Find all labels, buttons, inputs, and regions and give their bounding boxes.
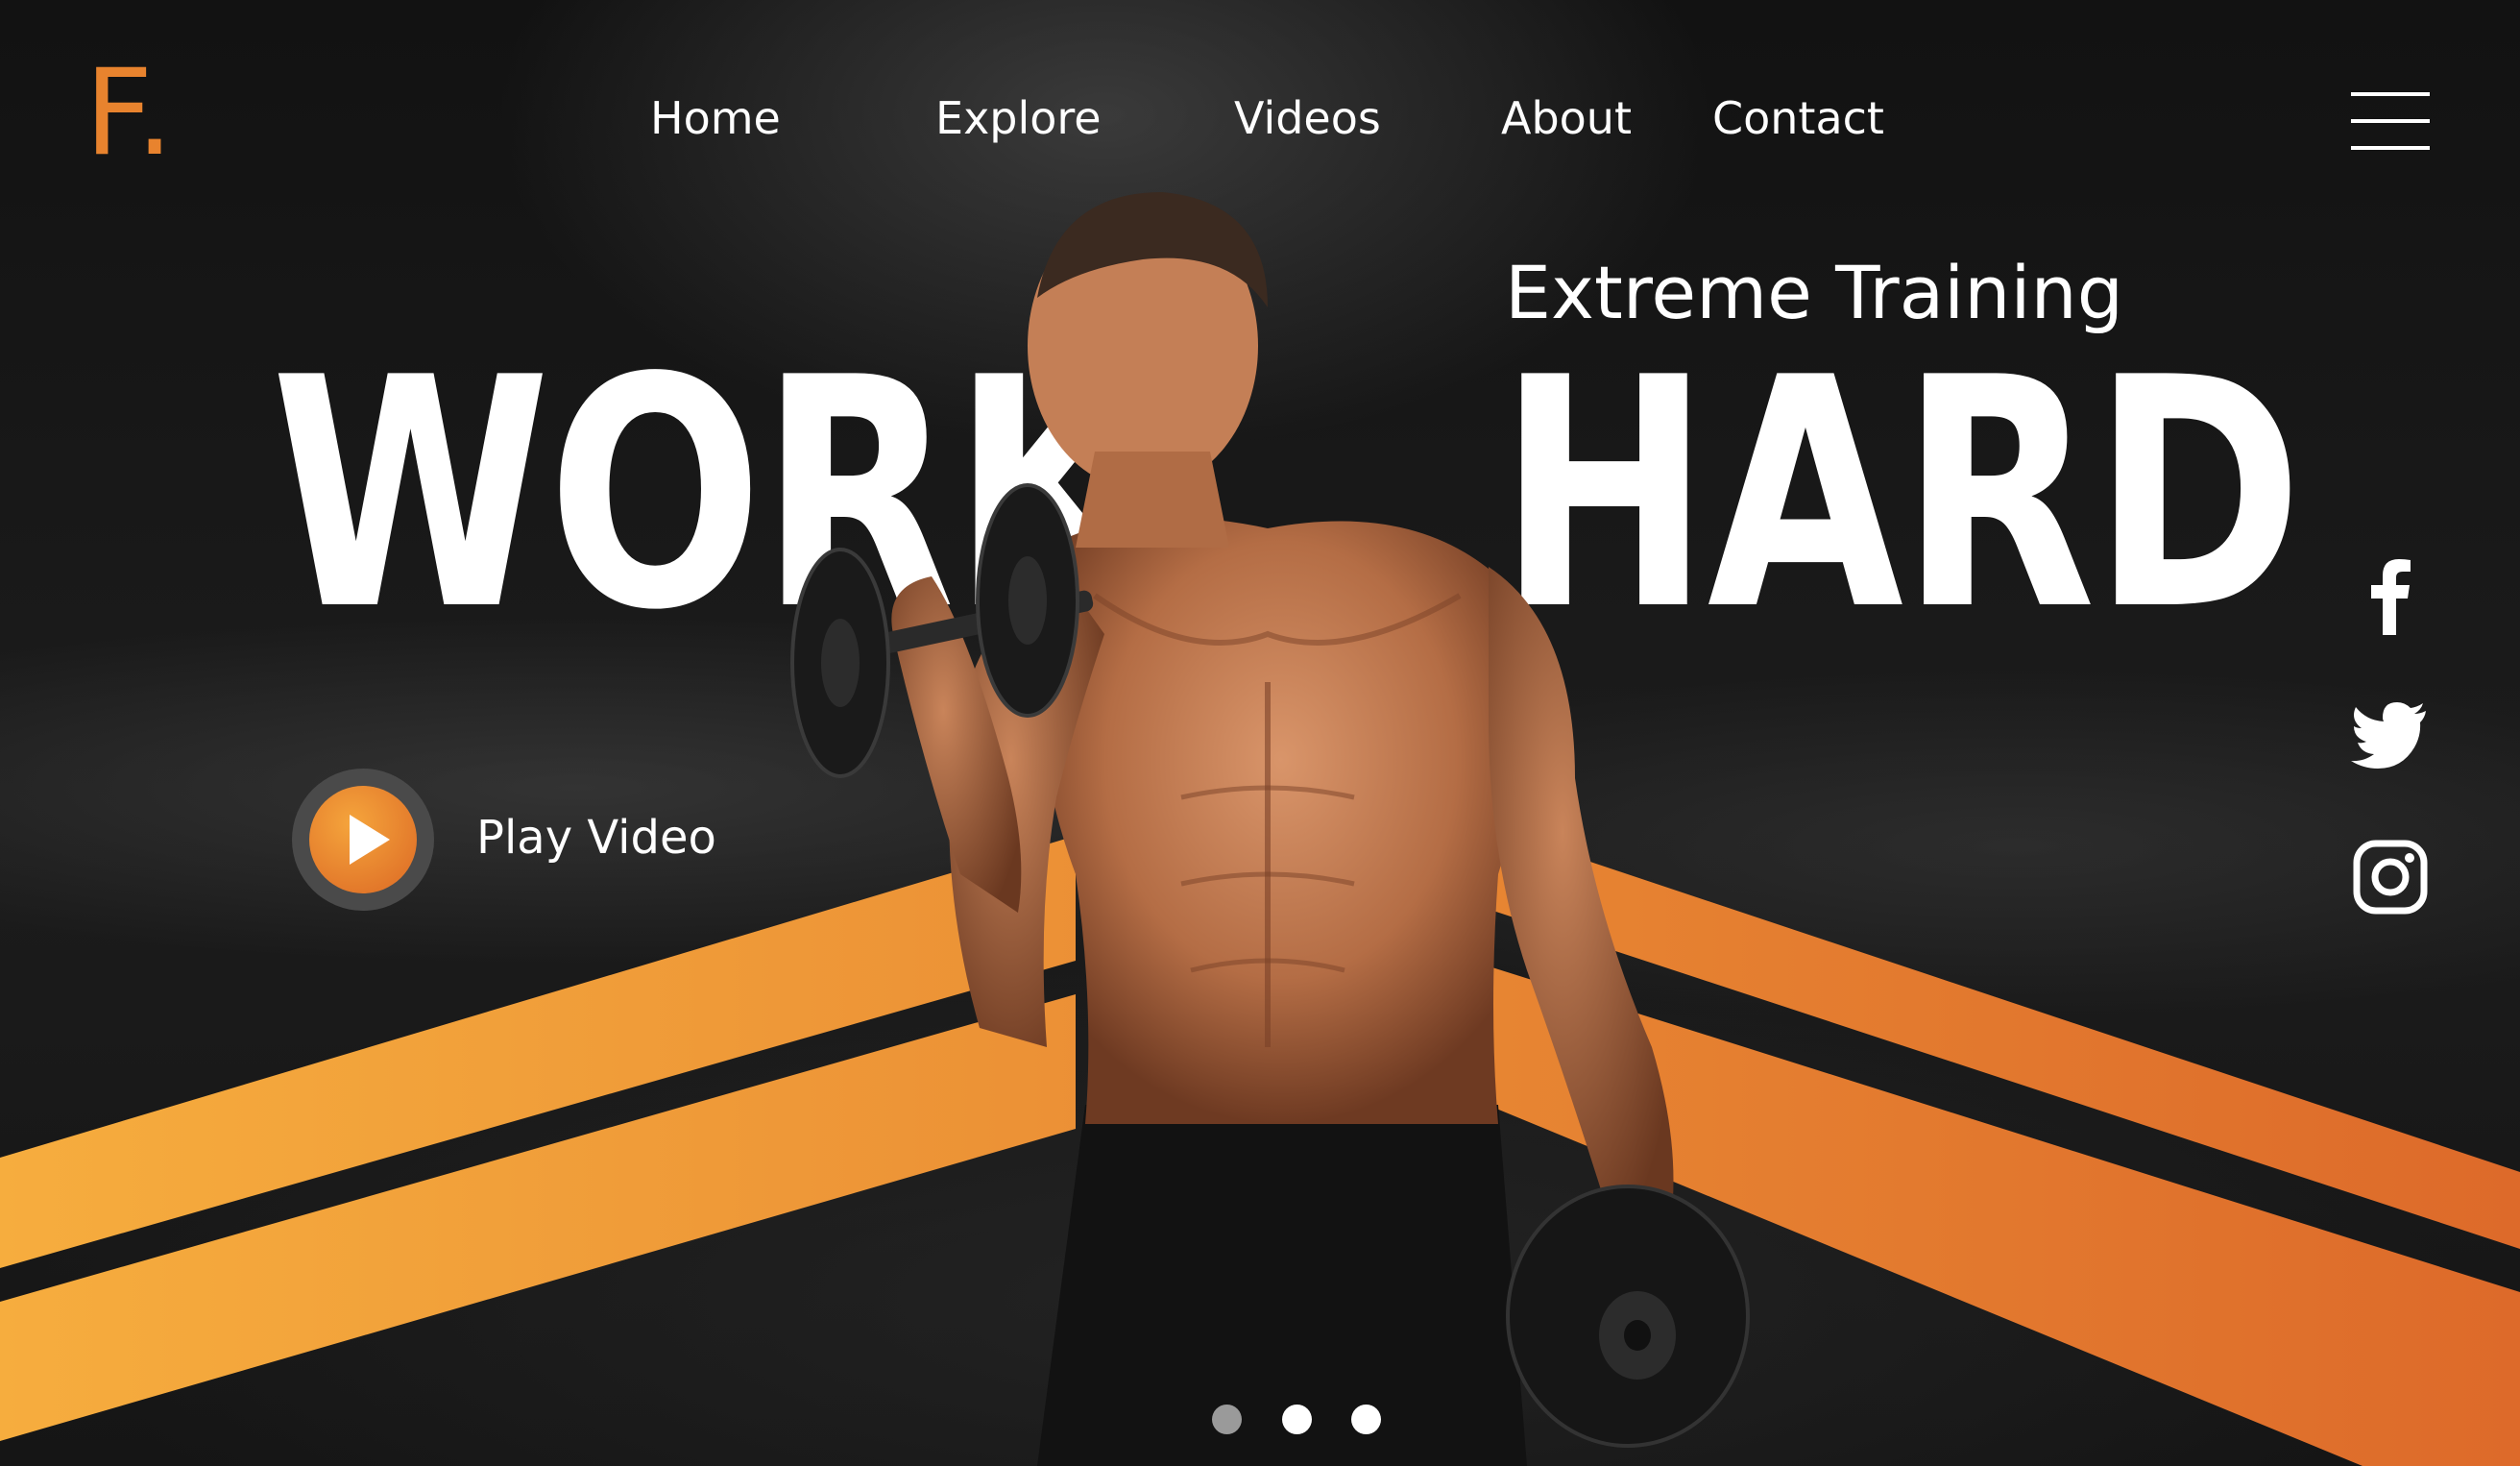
dumbbell-lowered	[1506, 1185, 1750, 1448]
athlete-shorts	[1037, 1105, 1527, 1466]
nav-item-contact[interactable]: Contact	[1712, 92, 1884, 144]
nav-item-videos[interactable]: Videos	[1234, 92, 1381, 144]
instagram-icon[interactable]	[2349, 836, 2432, 918]
landing-page: F. Home Explore Videos About Contact WOR…	[0, 0, 2520, 1466]
nav-item-about[interactable]: About	[1501, 92, 1632, 144]
hamburger-menu-icon[interactable]	[2351, 92, 2430, 150]
carousel-dot-3[interactable]	[1351, 1405, 1381, 1434]
menu-line	[2351, 92, 2430, 96]
menu-line	[2351, 119, 2430, 123]
facebook-icon[interactable]	[2349, 552, 2432, 635]
nav-item-explore[interactable]: Explore	[935, 92, 1102, 144]
athlete-image	[790, 192, 1750, 1466]
carousel-dot-1[interactable]	[1212, 1405, 1242, 1434]
play-video-label: Play Video	[476, 811, 716, 865]
brand-logo[interactable]: F.	[85, 54, 176, 173]
twitter-icon[interactable]	[2349, 694, 2432, 776]
athlete-neck	[1076, 452, 1229, 548]
menu-line	[2351, 146, 2430, 150]
play-icon	[309, 786, 417, 893]
carousel-dot-2[interactable]	[1282, 1405, 1312, 1434]
athlete-right-arm	[1489, 567, 1674, 1230]
nav-item-home[interactable]: Home	[650, 92, 781, 144]
